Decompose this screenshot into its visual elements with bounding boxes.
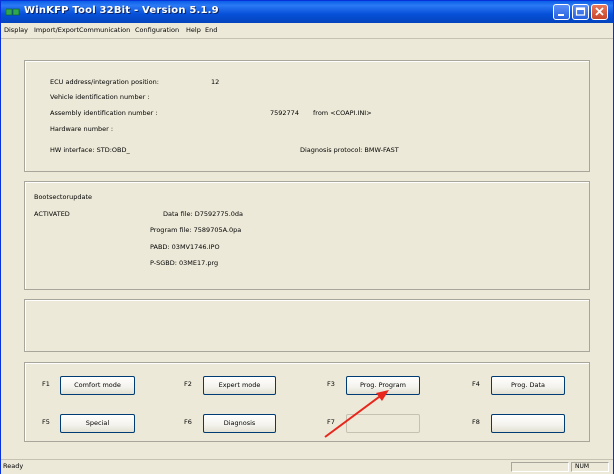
bootsector-title: Bootsectorupdate xyxy=(34,193,93,201)
expert-mode-button[interactable]: Expert mode xyxy=(203,376,276,395)
f2-key-label: F2 xyxy=(184,380,192,388)
menu-import-export[interactable]: Import/Export xyxy=(34,26,79,34)
bootsector-status: ACTIVATED xyxy=(34,210,70,218)
program-file-label: Program file: 7589705A.0pa xyxy=(150,226,242,234)
diagnosis-button[interactable]: Diagnosis xyxy=(203,414,276,433)
f6-key-label: F6 xyxy=(184,418,192,426)
prog-data-button[interactable]: Prog. Data xyxy=(491,376,565,395)
pabd-label: PABD: 03MV1746.IPO xyxy=(150,243,220,251)
f1-key-label: F1 xyxy=(42,380,50,388)
hw-interface-label: HW interface: STD:OBD_ xyxy=(50,146,130,154)
hardware-number-label: Hardware number : xyxy=(50,125,114,133)
assembly-id-source: from <COAPI.INI> xyxy=(313,109,372,117)
bootsector-panel: Bootsectorupdate ACTIVATED Data file: D7… xyxy=(24,181,590,290)
f8-button[interactable] xyxy=(491,414,565,433)
ecu-address-label: ECU address/integration position: xyxy=(50,78,159,86)
function-key-panel: F1 Comfort mode F2 Expert mode F3 Prog. … xyxy=(24,362,590,442)
special-button[interactable]: Special xyxy=(60,414,135,433)
psgbd-label: P-SGBD: 03ME17.prg xyxy=(150,259,219,267)
minimize-button[interactable] xyxy=(553,4,570,20)
menu-help[interactable]: Help xyxy=(186,26,201,34)
assembly-id-value: 7592774 xyxy=(270,109,299,117)
empty-panel xyxy=(24,299,590,352)
status-cell xyxy=(511,462,569,472)
close-icon xyxy=(595,7,604,16)
status-text: Ready xyxy=(3,462,24,470)
menu-communication[interactable]: Communication xyxy=(79,26,130,34)
app-icon xyxy=(6,8,20,16)
ecu-address-value: 12 xyxy=(211,78,220,86)
menu-end[interactable]: End xyxy=(205,26,217,34)
minimize-icon xyxy=(558,14,564,16)
maximize-button[interactable] xyxy=(572,4,589,20)
num-lock-indicator: NUM xyxy=(571,462,609,472)
menu-bar: Display Import/Export Communication Conf… xyxy=(1,23,613,39)
maximize-icon xyxy=(575,7,586,16)
f8-key-label: F8 xyxy=(472,418,480,426)
title-bar[interactable]: WinKFP Tool 32Bit - Version 5.1.9 xyxy=(1,1,613,23)
assembly-id-label: Assembly identification number : xyxy=(50,109,158,117)
menu-display[interactable]: Display xyxy=(4,26,28,34)
ecu-info-panel: ECU address/integration position: 12 Veh… xyxy=(24,60,590,172)
close-button[interactable] xyxy=(591,4,608,20)
menu-configuration[interactable]: Configuration xyxy=(135,26,179,34)
comfort-mode-button[interactable]: Comfort mode xyxy=(60,376,135,395)
num-lock-text: NUM xyxy=(575,463,590,470)
vin-label: Vehicle identification number : xyxy=(50,93,150,101)
f4-key-label: F4 xyxy=(472,380,480,388)
annotation-arrow-icon xyxy=(324,390,389,438)
app-window: WinKFP Tool 32Bit - Version 5.1.9 Displa… xyxy=(0,0,614,474)
diagnosis-protocol-label: Diagnosis protocol: BMW-FAST xyxy=(300,146,399,154)
status-bar: Ready NUM xyxy=(1,459,613,474)
f5-key-label: F5 xyxy=(42,418,50,426)
data-file-label: Data file: D7592775.0da xyxy=(163,210,244,218)
window-title: WinKFP Tool 32Bit - Version 5.1.9 xyxy=(24,5,219,16)
